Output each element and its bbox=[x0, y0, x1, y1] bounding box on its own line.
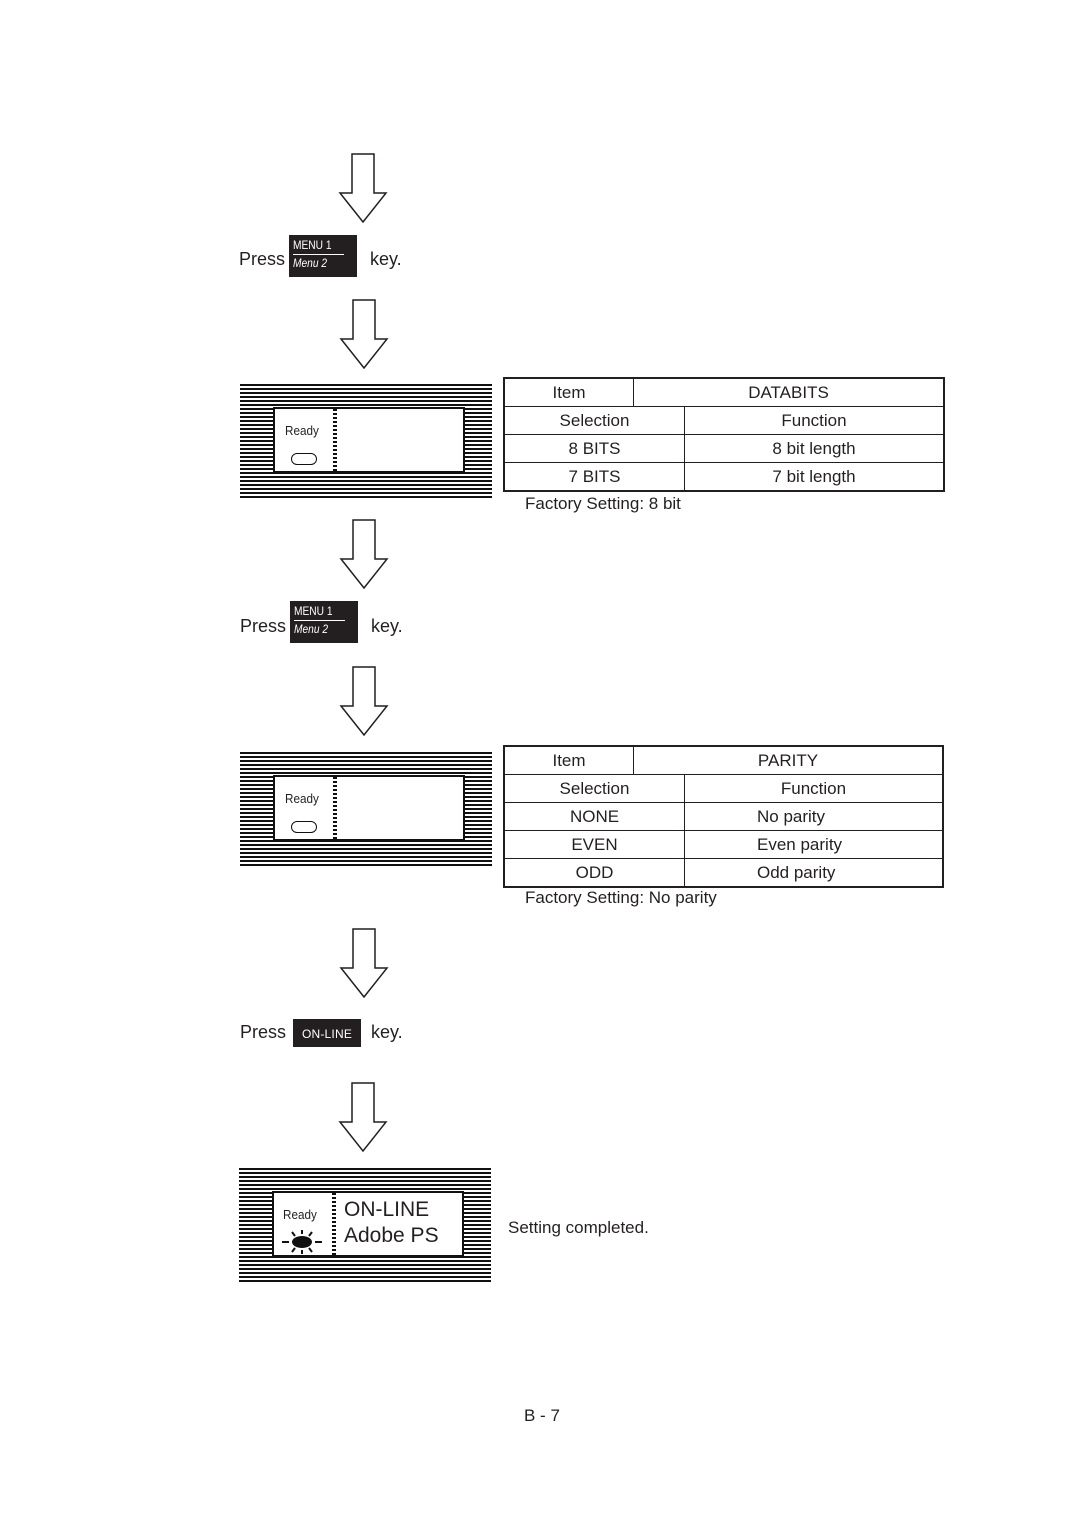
table-row: 8 BITS 8 bit length bbox=[505, 434, 943, 462]
function-cell: Odd parity bbox=[757, 862, 836, 882]
item-label: Item bbox=[505, 747, 634, 774]
printer-panel: Ready ON-LINE Adobe PS bbox=[239, 1168, 491, 1282]
factory-setting: Factory Setting: 8 bit bbox=[525, 494, 681, 513]
panel-display-window: Ready bbox=[273, 775, 465, 841]
down-arrow-icon bbox=[339, 928, 389, 998]
panel-display-window: Ready bbox=[273, 407, 465, 473]
printer-panel: Ready bbox=[240, 752, 492, 866]
completion-note: Setting completed. bbox=[508, 1218, 649, 1237]
menu-key-top-label: MENU 1 bbox=[293, 238, 344, 255]
printer-panel: Ready bbox=[240, 384, 492, 498]
key-suffix-label: key. bbox=[370, 249, 402, 269]
ready-label: Ready bbox=[285, 423, 319, 438]
panel-divider bbox=[332, 1193, 336, 1255]
function-cell: 8 bit length bbox=[772, 438, 856, 458]
menu-key[interactable]: MENU 1 Menu 2 bbox=[289, 235, 357, 277]
ready-led-off-icon bbox=[291, 821, 317, 833]
table-header-row: Selection Function bbox=[505, 774, 942, 802]
key-suffix-label: key. bbox=[371, 1022, 403, 1042]
lcd-line-2: Adobe PS bbox=[344, 1224, 439, 1247]
function-cell: Even parity bbox=[757, 834, 843, 854]
factory-setting: Factory Setting: No parity bbox=[525, 888, 717, 907]
databits-table: Item DATABITS Selection Function 8 BITS … bbox=[503, 377, 945, 492]
lcd-line-1: ON-LINE bbox=[344, 1198, 430, 1221]
item-value: DATABITS bbox=[748, 382, 829, 402]
table-header-row: Selection Function bbox=[505, 406, 943, 434]
selection-cell: EVEN bbox=[505, 831, 685, 858]
press-label: Press bbox=[240, 616, 287, 636]
function-header: Function bbox=[781, 410, 847, 430]
selection-header: Selection bbox=[505, 775, 685, 802]
press-label: Press bbox=[239, 249, 286, 269]
selection-cell: ODD bbox=[505, 859, 685, 886]
down-arrow-icon bbox=[339, 299, 389, 369]
ready-label: Ready bbox=[283, 1207, 317, 1222]
menu-key-bottom-label: Menu 2 bbox=[294, 622, 329, 636]
selection-header: Selection bbox=[505, 407, 685, 434]
lcd-display: ON-LINE Adobe PS bbox=[344, 1197, 439, 1249]
down-arrow-icon bbox=[339, 519, 389, 589]
item-label: Item bbox=[505, 379, 634, 406]
selection-cell: 8 BITS bbox=[505, 435, 685, 462]
table-row: EVEN Even parity bbox=[505, 830, 942, 858]
selection-cell: 7 BITS bbox=[505, 463, 685, 490]
function-cell: No parity bbox=[757, 806, 826, 826]
press-label: Press bbox=[240, 1022, 287, 1042]
menu-key-top-label: MENU 1 bbox=[294, 604, 345, 621]
down-arrow-icon bbox=[339, 666, 389, 736]
table-row: ODD Odd parity bbox=[505, 858, 942, 886]
panel-display-window: Ready ON-LINE Adobe PS bbox=[272, 1191, 464, 1257]
page-number: B - 7 bbox=[524, 1406, 560, 1425]
item-value: PARITY bbox=[757, 750, 819, 770]
ready-label: Ready bbox=[285, 791, 319, 806]
table-row: NONE No parity bbox=[505, 802, 942, 830]
ready-led-on-icon bbox=[282, 1230, 322, 1254]
down-arrow-icon bbox=[338, 153, 388, 223]
parity-table: Item PARITY Selection Function NONE No p… bbox=[503, 745, 944, 888]
table-header-item-row: Item PARITY bbox=[505, 747, 942, 774]
down-arrow-icon bbox=[338, 1082, 388, 1152]
key-suffix-label: key. bbox=[371, 616, 403, 636]
panel-divider bbox=[333, 409, 337, 471]
table-header-item-row: Item DATABITS bbox=[505, 379, 943, 406]
selection-cell: NONE bbox=[505, 803, 685, 830]
panel-divider bbox=[333, 777, 337, 839]
menu-key-bottom-label: Menu 2 bbox=[293, 256, 328, 270]
ready-led-off-icon bbox=[291, 453, 317, 465]
function-header: Function bbox=[780, 778, 847, 798]
online-key[interactable]: ON-LINE bbox=[293, 1019, 361, 1047]
table-row: 7 BITS 7 bit length bbox=[505, 462, 943, 490]
menu-key[interactable]: MENU 1 Menu 2 bbox=[290, 601, 358, 643]
function-cell: 7 bit length bbox=[772, 466, 856, 486]
